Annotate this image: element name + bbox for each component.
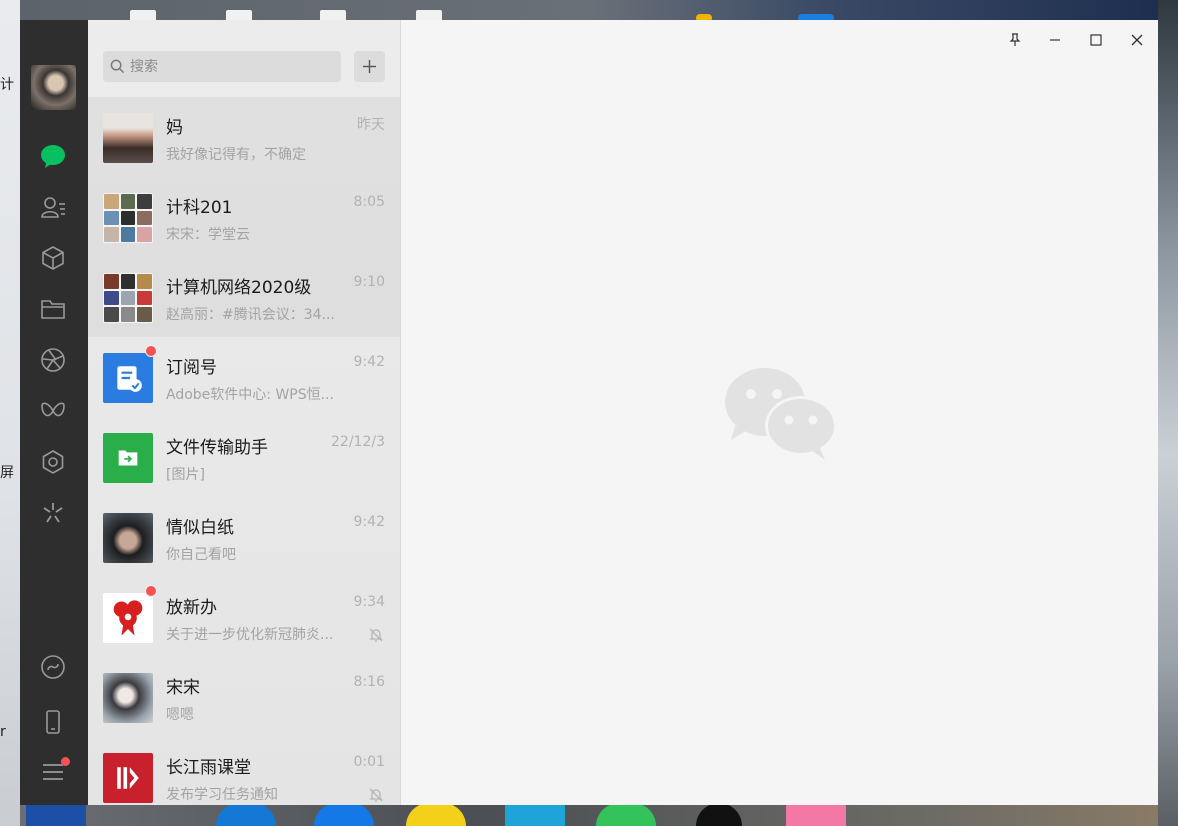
chat-preview: Adobe软件中心: WPS恒...: [166, 387, 334, 403]
channels-icon[interactable]: [40, 398, 66, 424]
contacts-icon[interactable]: [40, 194, 66, 220]
chat-name: 情似白纸: [166, 518, 234, 538]
chat-avatar: [103, 113, 153, 163]
minimize-button[interactable]: [1040, 26, 1070, 54]
favorites-icon[interactable]: [40, 245, 66, 271]
chat-time: 昨天: [357, 117, 385, 133]
desktop-background-right: [1158, 0, 1178, 826]
pin-button[interactable]: [1000, 26, 1030, 54]
file-transfer-icon: [103, 433, 153, 483]
chat-item[interactable]: 长江雨课堂 0:01 发布学习任务通知: [88, 737, 400, 805]
folder-icon[interactable]: [40, 296, 66, 322]
chat-item[interactable]: 计科201 8:05 宋宋：学堂云: [88, 177, 400, 257]
desktop-background-left: 计 屏 r: [0, 0, 20, 826]
chat-icon[interactable]: [40, 143, 66, 169]
wechat-window: 妈 昨天 我好像记得有，不确定 计科201 8:05 宋宋：学堂云: [20, 20, 1158, 805]
close-icon: [1131, 34, 1143, 46]
plus-icon: [362, 59, 377, 74]
search-discover-icon[interactable]: [40, 449, 66, 475]
chat-time: 9:34: [353, 594, 385, 610]
chat-time: 9:42: [353, 354, 385, 370]
taskbar-app-icon[interactable]: [26, 803, 86, 826]
mute-icon: [369, 628, 383, 642]
chat-item[interactable]: 情似白纸 9:42 你自己看吧: [88, 497, 400, 577]
chat-name: 宋宋: [166, 678, 200, 698]
group-avatar: [103, 193, 153, 243]
chat-time: 9:10: [353, 274, 385, 290]
chat-item[interactable]: 订阅号 9:42 Adobe软件中心: WPS恒...: [88, 337, 400, 417]
chat-avatar: [103, 593, 153, 643]
chat-preview: 赵高丽：#腾讯会议：34...: [166, 307, 335, 323]
nav-sidebar: [20, 20, 88, 805]
maximize-icon: [1090, 34, 1102, 46]
chat-item[interactable]: 文件传输助手 22/12/3 [图片]: [88, 417, 400, 497]
search-input[interactable]: [130, 51, 330, 82]
menu-notification-dot: [61, 757, 70, 766]
start-group-chat-button[interactable]: [354, 51, 385, 82]
subscription-icon: [103, 353, 153, 403]
wechat-logo-icon: [725, 368, 837, 460]
pin-icon: [1009, 33, 1021, 46]
chat-preview: 嗯嗯: [166, 707, 194, 723]
mute-icon: [369, 788, 383, 802]
chat-preview: [图片]: [166, 467, 205, 483]
chat-name: 计科201: [166, 198, 233, 218]
chat-time: 22/12/3: [331, 434, 385, 450]
chat-time: 8:16: [353, 674, 385, 690]
taskbar: [20, 805, 1158, 826]
search-box[interactable]: [103, 51, 341, 82]
chat-item[interactable]: 计算机网络2020级 9:10 赵高丽：#腾讯会议：34...: [88, 257, 400, 337]
desktop-label-fragment: 计: [0, 77, 14, 93]
chat-preview: 关于进一步优化新冠肺炎...: [166, 627, 334, 643]
taskbar-app-icon[interactable]: [505, 803, 565, 826]
chat-name: 放新办: [166, 598, 217, 618]
chat-list-panel: 妈 昨天 我好像记得有，不确定 计科201 8:05 宋宋：学堂云: [88, 20, 401, 805]
search-icon: [110, 59, 125, 74]
chat-avatar: [103, 673, 153, 723]
maximize-button[interactable]: [1081, 26, 1111, 54]
chat-time: 0:01: [353, 754, 385, 770]
group-avatar: [103, 273, 153, 323]
unread-dot: [145, 585, 157, 597]
unread-dot: [145, 345, 157, 357]
moments-icon[interactable]: [40, 347, 66, 373]
minimize-icon: [1050, 39, 1060, 41]
chat-name: 计算机网络2020级: [166, 278, 312, 298]
chat-name: 文件传输助手: [166, 438, 268, 458]
chat-preview: 我好像记得有，不确定: [166, 147, 306, 163]
desktop-label-fragment: 屏: [0, 465, 14, 481]
bilibili-icon[interactable]: [786, 803, 846, 826]
chat-time: 9:42: [353, 514, 385, 530]
mini-program-link-icon[interactable]: [40, 654, 66, 680]
chat-time: 8:05: [353, 194, 385, 210]
chat-name: 妈: [166, 118, 183, 138]
chat-main-area: [401, 20, 1158, 805]
chat-item[interactable]: 宋宋 8:16 嗯嗯: [88, 657, 400, 737]
chat-preview: 发布学习任务通知: [166, 787, 278, 803]
chat-preview: 你自己看吧: [166, 547, 236, 563]
chat-preview: 宋宋：学堂云: [166, 227, 250, 243]
desktop-background-top: [20, 0, 1158, 22]
chat-avatar: [103, 513, 153, 563]
chat-name: 订阅号: [166, 358, 217, 378]
close-button[interactable]: [1122, 26, 1152, 54]
chat-item[interactable]: 妈 昨天 我好像记得有，不确定: [88, 97, 400, 177]
chat-avatar: [103, 753, 153, 803]
chat-item[interactable]: 放新办 9:34 关于进一步优化新冠肺炎...: [88, 577, 400, 657]
phone-icon[interactable]: [40, 709, 66, 735]
chat-name: 长江雨课堂: [166, 758, 251, 778]
my-avatar[interactable]: [31, 65, 76, 110]
desktop-label-fragment: r: [0, 724, 6, 740]
mini-programs-icon[interactable]: [40, 500, 66, 526]
